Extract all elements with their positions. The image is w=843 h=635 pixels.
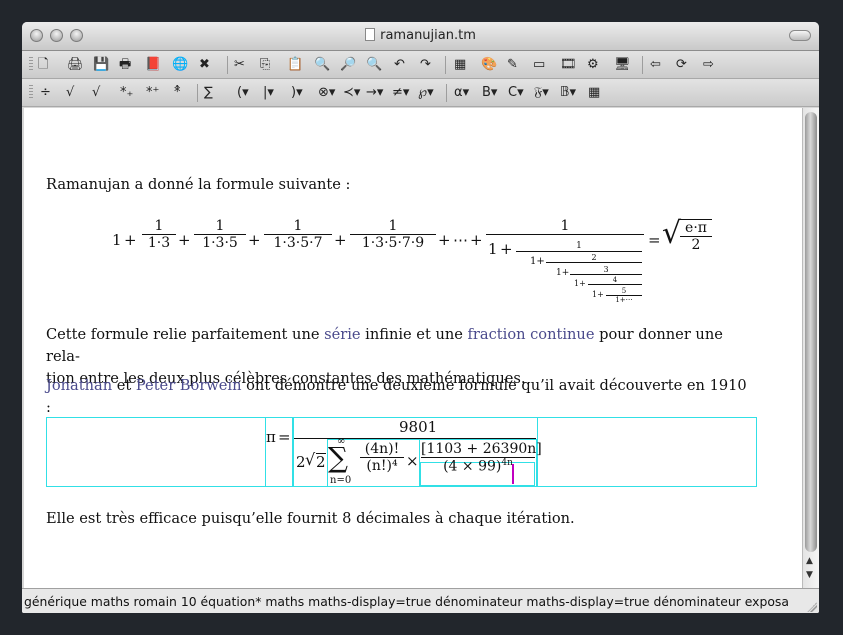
bracket-fraction: [1103 + 26390n] (4 × 99)4n xyxy=(421,441,542,475)
film-icon[interactable]: 🎞 xyxy=(560,55,577,74)
math-toolbar: ÷ √ √ *₊ *⁺ *̂ ∑ (▾ |▾ )▾ ⊗▾ ≺▾ →▾ ≠▾ ℘▾ α▾ B▾ C▾ 𝔉▾ 𝔹▾ ▦ xyxy=(22,79,819,107)
arrow-button[interactable]: →▾ xyxy=(366,83,383,102)
bracket-denominator: (4 × 99)4n xyxy=(421,458,535,475)
style-book-icon[interactable]: 📕 xyxy=(145,55,161,74)
accent-button[interactable]: *̂ xyxy=(174,83,181,102)
greek-button[interactable]: α▾ xyxy=(454,83,469,102)
sqrt-sign: √ xyxy=(305,450,316,469)
superscript-button[interactable]: *⁺ xyxy=(146,83,159,102)
toolbar-grip[interactable] xyxy=(29,85,33,100)
status-bar: générique maths romain 10 équation* math… xyxy=(22,588,819,613)
factorial-denominator: (n!)⁴ xyxy=(366,458,398,474)
toolbar-separator xyxy=(197,84,198,102)
table-icon[interactable]: ▦ xyxy=(454,55,466,74)
print-icon[interactable]: 🖶 xyxy=(119,55,131,74)
toolbar-toggle-button[interactable] xyxy=(789,30,811,41)
undo-icon[interactable]: ↶ xyxy=(394,55,405,74)
status-text: générique maths romain 10 équation* math… xyxy=(24,594,789,609)
big-operator-button[interactable]: ∑ xyxy=(204,83,213,102)
toolbar-separator xyxy=(445,56,446,74)
binary-operator-button[interactable]: ⊗▾ xyxy=(318,83,335,102)
title-bar[interactable]: ramanujian.tm xyxy=(22,22,819,51)
pi-symbol: π xyxy=(266,428,276,446)
cut-icon[interactable]: ✂ xyxy=(234,55,245,74)
scroll-down-icon[interactable]: ▼ xyxy=(806,570,813,580)
window-title: ramanujian.tm xyxy=(380,28,476,43)
document-canvas[interactable]: Ramanujan a donné la formule suivante : … xyxy=(24,108,802,588)
open-icon[interactable]: 🖨 xyxy=(67,55,84,74)
factorial-numerator: (4n)! xyxy=(364,441,400,457)
times-sign: × xyxy=(406,452,419,470)
main-toolbar: 🗋 🖨 💾 🖶 📕 🌐 ✖ ✂ ⎘ 📋 🔍 🔎 🔍 ↶ ↷ ▦ 🎨 ✎ ▭ 🎞 ⚙ 🖥 ⇦ ⟳ ⇨ xyxy=(22,51,819,79)
scroll-up-icon[interactable]: ▲ xyxy=(806,556,813,566)
sum-symbol: ∑ xyxy=(328,441,348,474)
vertical-scrollbar[interactable]: ▲ ▼ xyxy=(802,108,819,588)
toolbar-separator xyxy=(642,56,643,74)
left-bracket-button[interactable]: (▾ xyxy=(237,83,249,102)
redo-icon[interactable]: ↷ xyxy=(420,55,431,74)
globe-icon[interactable]: 🌐 xyxy=(172,55,188,74)
toolbar-separator xyxy=(446,84,447,102)
frame-icon[interactable]: ▭ xyxy=(533,55,545,74)
save-icon[interactable]: 💾 xyxy=(93,55,109,74)
fraction-button[interactable]: ÷ xyxy=(40,83,51,102)
replace-icon[interactable]: 🔎 xyxy=(340,55,356,74)
text-cursor xyxy=(512,464,514,484)
main-fraction-bar xyxy=(294,438,536,439)
toolbar-separator xyxy=(227,56,228,74)
forward-icon[interactable]: ⇨ xyxy=(703,55,714,74)
document-icon xyxy=(365,28,376,41)
sqrt-button[interactable]: √ xyxy=(66,83,74,102)
factorial-fraction: (4n)! (n!)⁴ xyxy=(360,441,404,474)
relation-button[interactable]: ≺▾ xyxy=(343,83,360,102)
editor-window: ramanujian.tm 🗋 🖨 💾 🖶 📕 🌐 ✖ ✂ ⎘ 📋 🔍 🔎 🔍 ↶ ↷ ▦ 🎨 ✎ ▭ 🎞 ⚙ 🖥 ⇦ ⟳ ⇨ … xyxy=(22,22,819,613)
find-icon[interactable]: 🔍 xyxy=(314,55,330,74)
denominator-base: (4 × 99) xyxy=(443,458,502,475)
paste-icon[interactable]: 📋 xyxy=(287,55,303,74)
tools-icon[interactable]: ⚙ xyxy=(587,55,599,74)
sum-lower-limit: n=0 xyxy=(330,475,352,486)
nth-root-button[interactable]: √ xyxy=(92,83,100,102)
monitor-icon[interactable]: 🖥 xyxy=(614,55,631,74)
color-button[interactable]: ▦ xyxy=(588,83,600,102)
sqrt-radicand: 2 xyxy=(316,453,326,471)
misc-symbol-button[interactable]: ℘▾ xyxy=(418,83,434,102)
scroll-thumb[interactable] xyxy=(805,112,817,552)
refresh-icon[interactable]: ⟳ xyxy=(676,55,687,74)
toolbar-grip[interactable] xyxy=(29,57,33,72)
blackboard-button[interactable]: 𝔹▾ xyxy=(560,83,576,102)
calligraphic-button[interactable]: C▾ xyxy=(508,83,524,102)
pen-icon[interactable]: ✎ xyxy=(507,55,518,74)
bracket-numerator: [1103 + 26390n] xyxy=(421,441,542,457)
numerator-9801: 9801 xyxy=(399,418,438,436)
negation-button[interactable]: ≠▾ xyxy=(392,83,409,102)
middle-bracket-button[interactable]: |▾ xyxy=(263,83,274,102)
window-title-area: ramanujian.tm xyxy=(22,28,819,43)
right-bracket-button[interactable]: )▾ xyxy=(291,83,303,102)
equals-sign: = xyxy=(278,428,291,446)
bold-math-button[interactable]: B▾ xyxy=(482,83,497,102)
copy-icon[interactable]: ⎘ xyxy=(260,55,270,74)
closing-paragraph: Elle est très efficace puisqu’elle fourn… xyxy=(46,510,575,527)
back-icon[interactable]: ⇦ xyxy=(650,55,661,74)
spell-check-icon[interactable]: 🔍 xyxy=(366,55,382,74)
fraktur-button[interactable]: 𝔉▾ xyxy=(534,83,549,102)
subscript-button[interactable]: *₊ xyxy=(120,83,133,102)
new-document-icon[interactable]: 🗋 xyxy=(38,55,48,74)
close-doc-icon[interactable]: ✖ xyxy=(199,55,210,74)
image-icon[interactable]: 🎨 xyxy=(481,55,497,74)
resize-grip-icon[interactable] xyxy=(807,602,817,612)
